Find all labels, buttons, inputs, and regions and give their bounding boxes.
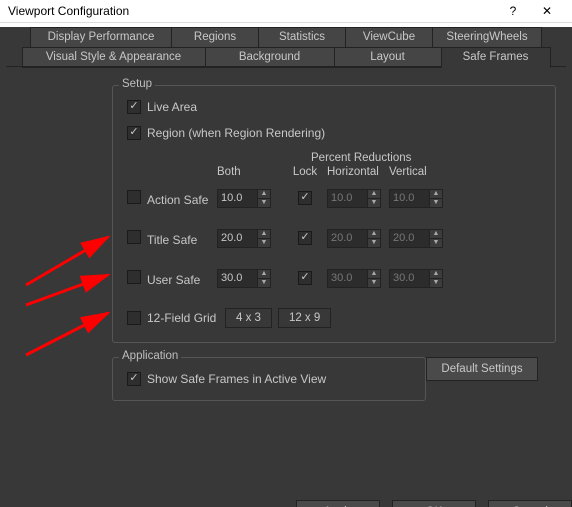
dialog-body: Display PerformanceRegionsStatisticsView… bbox=[0, 27, 572, 507]
row-user-safe: User Safe30.0▲▼30.0▲▼30.0▲▼ bbox=[127, 268, 541, 288]
spinner-user-safe-both-value: 30.0 bbox=[218, 270, 257, 287]
spinner-action-safe-horizontal-arrows[interactable]: ▲▼ bbox=[367, 190, 380, 207]
label-region[interactable]: Region (when Region Rendering) bbox=[147, 126, 325, 140]
button-12x9[interactable]: 12 x 9 bbox=[278, 308, 331, 328]
tab-visual-style-appearance[interactable]: Visual Style & Appearance bbox=[22, 47, 206, 68]
col-header-lock: Lock bbox=[283, 166, 327, 178]
spinner-title-safe-both-value: 20.0 bbox=[218, 230, 257, 247]
spinner-user-safe-vertical[interactable]: 30.0▲▼ bbox=[389, 269, 443, 288]
spinner-action-safe-both-value: 10.0 bbox=[218, 190, 257, 207]
tab-viewcube[interactable]: ViewCube bbox=[345, 27, 433, 48]
spinner-title-safe-vertical-value: 20.0 bbox=[390, 230, 429, 247]
help-button[interactable]: ? bbox=[496, 0, 530, 22]
button-4x3[interactable]: 4 x 3 bbox=[225, 308, 272, 328]
label-user-safe[interactable]: User Safe bbox=[147, 273, 200, 287]
label-show-safe-frames[interactable]: Show Safe Frames in Active View bbox=[147, 372, 326, 386]
label-title-safe[interactable]: Title Safe bbox=[147, 233, 197, 247]
close-button[interactable]: ✕ bbox=[530, 0, 564, 22]
spinner-user-safe-vertical-arrows[interactable]: ▲▼ bbox=[429, 270, 442, 287]
label-percent-reductions: Percent Reductions bbox=[311, 152, 541, 164]
spinner-user-safe-vertical-value: 30.0 bbox=[390, 270, 429, 287]
group-setup: Setup Live Area Region (when Region Rend… bbox=[112, 85, 556, 343]
spinner-action-safe-vertical-arrows[interactable]: ▲▼ bbox=[429, 190, 442, 207]
tab-steeringwheels[interactable]: SteeringWheels bbox=[432, 27, 542, 48]
window-title: Viewport Configuration bbox=[8, 4, 496, 18]
checkbox-show-safe-frames[interactable] bbox=[127, 372, 141, 386]
spinner-title-safe-vertical-arrows[interactable]: ▲▼ bbox=[429, 230, 442, 247]
col-header-vertical: Vertical bbox=[389, 166, 449, 178]
button-default-settings[interactable]: Default Settings bbox=[426, 357, 538, 381]
spinner-action-safe-vertical[interactable]: 10.0▲▼ bbox=[389, 189, 443, 208]
help-icon: ? bbox=[510, 4, 517, 18]
tab-layout[interactable]: Layout bbox=[334, 47, 442, 68]
tab-statistics[interactable]: Statistics bbox=[258, 27, 346, 48]
dialog-footer: Apply OK Cancel bbox=[0, 470, 572, 507]
spinner-title-safe-both-arrows[interactable]: ▲▼ bbox=[257, 230, 270, 247]
button-cancel[interactable]: Cancel bbox=[488, 500, 572, 507]
row-action-safe: Action Safe10.0▲▼10.0▲▼10.0▲▼ bbox=[127, 188, 541, 208]
spinner-action-safe-horizontal-value: 10.0 bbox=[328, 190, 367, 207]
label-live-area[interactable]: Live Area bbox=[147, 100, 197, 114]
tab-background[interactable]: Background bbox=[205, 47, 335, 68]
tab-panel-safe-frames: Setup Live Area Region (when Region Rend… bbox=[0, 75, 572, 470]
checkbox-title-safe[interactable] bbox=[127, 230, 141, 244]
spinner-action-safe-vertical-value: 10.0 bbox=[390, 190, 429, 207]
tab-display-performance[interactable]: Display Performance bbox=[30, 27, 172, 48]
col-header-horizontal: Horizontal bbox=[327, 166, 389, 178]
checkbox-lock-action-safe[interactable] bbox=[298, 191, 312, 205]
spinner-user-safe-both-arrows[interactable]: ▲▼ bbox=[257, 270, 270, 287]
button-ok[interactable]: OK bbox=[392, 500, 476, 507]
spinner-title-safe-both[interactable]: 20.0▲▼ bbox=[217, 229, 271, 248]
label-action-safe[interactable]: Action Safe bbox=[147, 193, 208, 207]
spinner-action-safe-horizontal[interactable]: 10.0▲▼ bbox=[327, 189, 381, 208]
group-application: Application Show Safe Frames in Active V… bbox=[112, 357, 426, 401]
spinner-user-safe-horizontal-value: 30.0 bbox=[328, 270, 367, 287]
button-apply[interactable]: Apply bbox=[296, 500, 380, 507]
close-icon: ✕ bbox=[542, 4, 552, 18]
checkbox-user-safe[interactable] bbox=[127, 270, 141, 284]
spinner-action-safe-both[interactable]: 10.0▲▼ bbox=[217, 189, 271, 208]
checkbox-region[interactable] bbox=[127, 126, 141, 140]
checkbox-action-safe[interactable] bbox=[127, 190, 141, 204]
spinner-user-safe-horizontal-arrows[interactable]: ▲▼ bbox=[367, 270, 380, 287]
checkbox-lock-user-safe[interactable] bbox=[298, 271, 312, 285]
tab-regions[interactable]: Regions bbox=[171, 27, 259, 48]
spinner-user-safe-both[interactable]: 30.0▲▼ bbox=[217, 269, 271, 288]
legend-setup: Setup bbox=[119, 78, 155, 90]
spinner-title-safe-vertical[interactable]: 20.0▲▼ bbox=[389, 229, 443, 248]
spinner-title-safe-horizontal-value: 20.0 bbox=[328, 230, 367, 247]
row-title-safe: Title Safe20.0▲▼20.0▲▼20.0▲▼ bbox=[127, 228, 541, 248]
spinner-title-safe-horizontal-arrows[interactable]: ▲▼ bbox=[367, 230, 380, 247]
tab-safe-frames[interactable]: Safe Frames bbox=[441, 47, 551, 68]
titlebar: Viewport Configuration ? ✕ bbox=[0, 0, 572, 23]
spinner-action-safe-both-arrows[interactable]: ▲▼ bbox=[257, 190, 270, 207]
label-12-field-grid[interactable]: 12-Field Grid bbox=[147, 311, 225, 325]
legend-application: Application bbox=[119, 350, 181, 362]
col-header-both: Both bbox=[217, 166, 283, 178]
checkbox-live-area[interactable] bbox=[127, 100, 141, 114]
checkbox-12-field-grid[interactable] bbox=[127, 311, 141, 325]
checkbox-lock-title-safe[interactable] bbox=[298, 231, 312, 245]
tab-strip: Display PerformanceRegionsStatisticsView… bbox=[0, 27, 572, 71]
spinner-title-safe-horizontal[interactable]: 20.0▲▼ bbox=[327, 229, 381, 248]
spinner-user-safe-horizontal[interactable]: 30.0▲▼ bbox=[327, 269, 381, 288]
